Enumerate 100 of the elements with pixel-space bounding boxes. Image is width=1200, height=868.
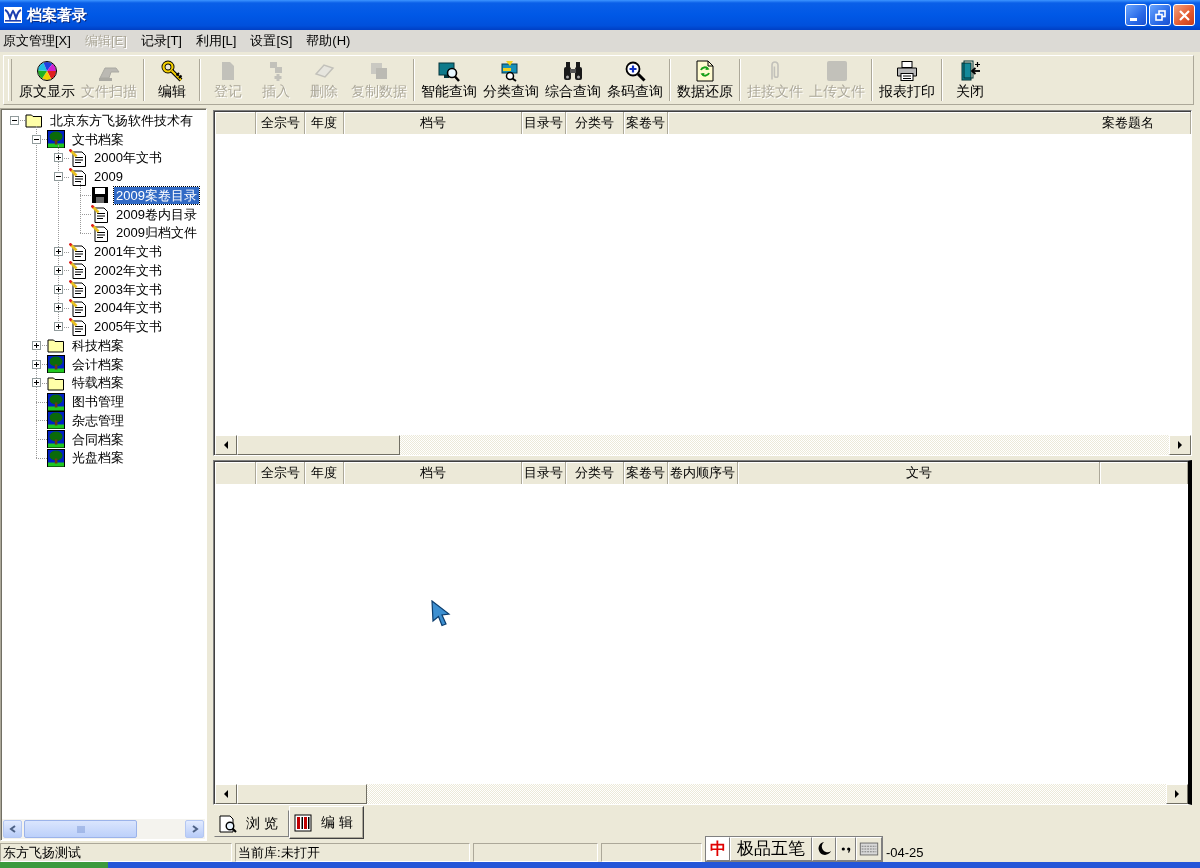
expand-icon[interactable] xyxy=(53,153,63,163)
scrollbar-thumb[interactable] xyxy=(24,820,137,838)
tree-picture-icon xyxy=(47,355,65,374)
paperclip-icon xyxy=(770,60,780,82)
copy-icon xyxy=(368,60,390,82)
document-pencil-icon xyxy=(69,298,87,317)
toolbar-button[interactable]: 关闭 xyxy=(946,57,994,103)
tree-picture-icon xyxy=(47,392,65,411)
input-mode-toggle[interactable]: 中 xyxy=(706,837,730,861)
blank-tile-icon xyxy=(826,60,848,82)
monitor-magnifier-icon xyxy=(438,60,460,82)
tree-item[interactable]: 科技档案 xyxy=(70,336,126,354)
input-method-name[interactable]: 极品五笔 xyxy=(730,837,812,861)
tree-item[interactable]: 光盘档案 xyxy=(70,449,126,467)
document-pencil-icon xyxy=(69,280,87,299)
tree-item[interactable]: 2009案卷目录 xyxy=(114,186,199,204)
document-pencil-icon xyxy=(69,148,87,167)
minimize-button[interactable] xyxy=(1125,4,1147,26)
tree-item[interactable]: 2000年文书 xyxy=(92,149,164,167)
tree-item[interactable]: 图书管理 xyxy=(70,393,126,411)
tree-item[interactable]: 文书档案 xyxy=(70,130,126,148)
horizontal-scrollbar[interactable] xyxy=(2,819,205,839)
close-button[interactable] xyxy=(1173,4,1195,26)
status-text: 东方飞扬测试 xyxy=(0,843,232,862)
restore-button[interactable] xyxy=(1149,4,1171,26)
binoculars-icon xyxy=(562,60,584,82)
expand-icon[interactable] xyxy=(31,378,41,388)
toolbar-button[interactable]: 条码查询 xyxy=(604,57,666,103)
document-pencil-icon xyxy=(69,317,87,336)
document-pencil-icon xyxy=(91,205,109,224)
toolbar-button[interactable]: 分类查询 xyxy=(480,57,542,103)
tree-item[interactable]: 2009归档文件 xyxy=(114,224,199,242)
tree-item[interactable]: 合同档案 xyxy=(70,430,126,448)
menu-item[interactable]: 利用[L] xyxy=(193,30,243,52)
tree-item[interactable]: 2004年文书 xyxy=(92,299,164,317)
tree-item[interactable]: 2001年文书 xyxy=(92,243,164,261)
punctuation-icon[interactable] xyxy=(836,837,856,861)
toolbar-button[interactable]: 编辑 xyxy=(148,57,196,103)
tree-picture-icon xyxy=(47,411,65,430)
left-arrow-icon xyxy=(224,790,228,798)
tree-picture-icon xyxy=(47,430,65,449)
key-icon xyxy=(161,60,183,82)
folder-icon xyxy=(25,111,43,130)
mouse-pointer-icon xyxy=(431,600,451,627)
expand-icon[interactable] xyxy=(53,247,63,257)
magnifier-document-icon xyxy=(219,814,237,833)
status-text: 当前库:未打开 xyxy=(235,843,470,862)
tree-picture-icon xyxy=(47,448,65,467)
collapse-icon[interactable] xyxy=(9,115,19,125)
color-wheel-icon xyxy=(36,60,58,82)
app-logo-icon xyxy=(4,7,22,23)
tree-item[interactable]: 2002年文书 xyxy=(92,261,164,279)
collapse-icon[interactable] xyxy=(53,172,63,182)
ledger-icon xyxy=(293,813,312,832)
toolbar-button[interactable]: 报表打印 xyxy=(876,57,938,103)
tree-item[interactable]: 北京东方飞扬软件技术有 xyxy=(48,111,195,129)
refresh-document-icon xyxy=(694,60,716,82)
right-arrow-icon xyxy=(1178,441,1182,449)
grip-icon xyxy=(76,825,85,833)
expand-icon[interactable] xyxy=(31,340,41,350)
tab[interactable]: 浏 览 xyxy=(214,810,289,837)
expand-icon[interactable] xyxy=(53,322,63,332)
expand-icon[interactable] xyxy=(53,265,63,275)
menu-item[interactable]: 原文管理[X] xyxy=(0,30,77,52)
menu-item[interactable]: 设置[S] xyxy=(247,30,299,52)
printer-icon xyxy=(896,60,918,82)
tree-picture-icon xyxy=(47,130,65,149)
tree-item[interactable]: 2009 xyxy=(92,168,125,186)
zoom-in-icon xyxy=(624,60,646,82)
restore-icon xyxy=(1154,9,1166,21)
keyboard-icon[interactable] xyxy=(856,837,882,861)
tree-item[interactable]: 特载档案 xyxy=(70,374,126,392)
menu-item[interactable]: 记录[T] xyxy=(137,30,188,52)
expand-icon[interactable] xyxy=(31,359,41,369)
close-icon xyxy=(1178,9,1190,21)
tree-item[interactable]: 2009卷内目录 xyxy=(114,205,199,223)
document-pencil-icon xyxy=(69,242,87,261)
document-pencil-icon xyxy=(91,223,109,242)
status-date: -04-25 xyxy=(886,843,924,862)
expand-icon[interactable] xyxy=(53,284,63,294)
document-pencil-icon xyxy=(69,261,87,280)
half-moon-icon[interactable] xyxy=(812,837,836,861)
right-arrow-icon xyxy=(1175,790,1179,798)
tree-item[interactable]: 杂志管理 xyxy=(70,411,126,429)
menu-item[interactable]: 帮助(H) xyxy=(303,30,357,52)
tab[interactable]: 编 辑 xyxy=(288,806,364,839)
toolbar-button[interactable]: 综合查询 xyxy=(542,57,604,103)
folder-icon xyxy=(47,336,65,355)
tree-item[interactable]: 2005年文书 xyxy=(92,318,164,336)
toolbar-button[interactable]: 原文显示 xyxy=(16,57,78,103)
document-pencil-icon xyxy=(69,167,87,186)
tree-item[interactable]: 2003年文书 xyxy=(92,280,164,298)
exit-door-icon xyxy=(959,60,981,82)
minimize-icon xyxy=(1129,17,1137,21)
expand-icon[interactable] xyxy=(53,303,63,313)
toolbar-button[interactable]: 数据还原 xyxy=(674,57,736,103)
left-arrow-icon xyxy=(224,441,228,449)
collapse-icon[interactable] xyxy=(31,134,41,144)
toolbar-button[interactable]: 智能查询 xyxy=(418,57,480,103)
tree-item[interactable]: 会计档案 xyxy=(70,355,126,373)
